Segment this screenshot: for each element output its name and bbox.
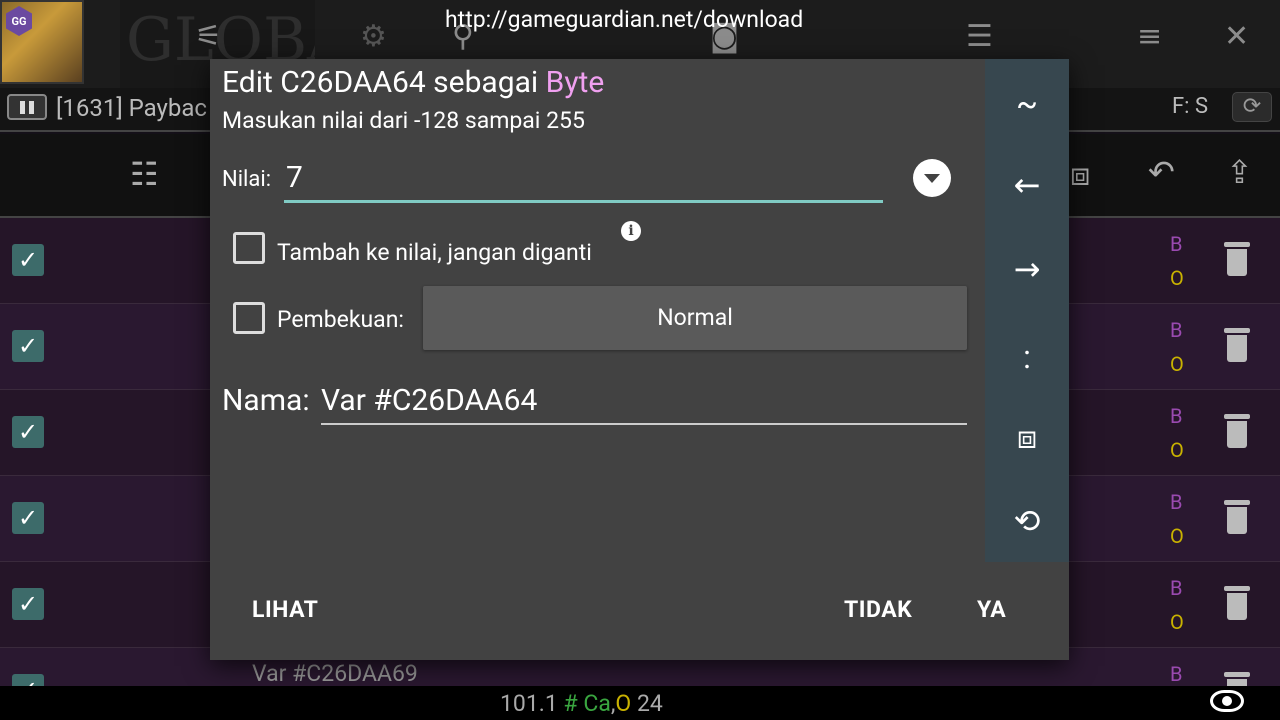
arrow-right-icon[interactable]: →: [985, 239, 1069, 299]
dialog-title: Edit C26DAA64 sebagai Byte: [222, 65, 604, 100]
row-checkbox[interactable]: ✓: [12, 416, 44, 448]
list-icon[interactable]: ☰: [966, 22, 993, 52]
refresh-button[interactable]: ⟳: [1232, 92, 1272, 122]
behind-row-label: Var #C26DAA69: [252, 660, 418, 687]
freeze-status: F: S: [1172, 94, 1209, 119]
dialog-title-type: Byte: [545, 65, 605, 100]
row-checkbox[interactable]: ✓: [12, 502, 44, 534]
dialog-title-prefix: Edit C26DAA64 sebagai: [222, 65, 546, 100]
no-button[interactable]: TIDAK: [844, 596, 912, 623]
eye-icon[interactable]: [1210, 690, 1244, 712]
dialog-subtitle: Masukan nilai dari -128 sampai 255: [222, 107, 585, 134]
trash-icon[interactable]: [1224, 328, 1250, 362]
colon-key[interactable]: :: [985, 327, 1069, 387]
row-flag: O: [1170, 524, 1184, 548]
row-flag: O: [1170, 610, 1184, 634]
gameguardian-logo-icon: GG: [6, 6, 32, 36]
yes-button[interactable]: YA: [977, 596, 1006, 623]
edit-value-dialog: Edit C26DAA64 sebagai Byte Masukan nilai…: [210, 59, 1069, 660]
value-history-dropdown-icon[interactable]: [913, 159, 951, 197]
undo-icon[interactable]: ↶: [1148, 156, 1175, 188]
name-input[interactable]: [321, 377, 967, 425]
process-name: [1631] Paybac: [56, 94, 207, 122]
tilde-key[interactable]: ~: [985, 74, 1069, 134]
upload-icon[interactable]: ⇪: [1226, 156, 1253, 188]
freeze-label: Pembekuan:: [277, 306, 404, 333]
row-checkbox[interactable]: ✓: [12, 588, 44, 620]
pause-button[interactable]: [7, 94, 47, 120]
history-icon[interactable]: ⟲: [985, 491, 1069, 551]
stats-hash: #: [563, 690, 578, 717]
arrow-left-icon[interactable]: ←: [985, 155, 1069, 215]
value-label: Nilai:: [222, 167, 272, 192]
freeze-checkbox[interactable]: [233, 302, 265, 334]
stats-ca: Ca: [583, 690, 611, 717]
row-type: B: [1170, 404, 1183, 428]
freeze-mode-select[interactable]: Normal: [423, 286, 967, 350]
menu-icon[interactable]: ≡: [1137, 22, 1162, 52]
download-url: http://gameguardian.net/download: [445, 6, 804, 33]
select-all-icon[interactable]: ☷: [130, 158, 159, 190]
row-flag: O: [1170, 266, 1184, 290]
select-frame-icon[interactable]: ⧈: [1070, 158, 1090, 190]
stats-value: 101.1: [500, 690, 558, 717]
trash-icon[interactable]: [1224, 414, 1250, 448]
view-button[interactable]: LIHAT: [252, 596, 318, 623]
row-type: B: [1170, 490, 1183, 514]
gear-icon[interactable]: ⚙: [360, 22, 387, 52]
stats-count: 24: [636, 690, 663, 717]
settings-sliders-icon[interactable]: ⚟: [195, 22, 222, 52]
close-icon[interactable]: ✕: [1224, 22, 1249, 52]
name-label: Nama:: [222, 383, 310, 418]
trash-icon[interactable]: [1224, 242, 1250, 276]
row-type: B: [1170, 318, 1183, 342]
stats-o: O: [615, 690, 632, 717]
add-to-value-checkbox[interactable]: [233, 232, 265, 264]
row-checkbox[interactable]: ✓: [12, 244, 44, 276]
row-type: B: [1170, 576, 1183, 600]
value-input[interactable]: [284, 155, 883, 203]
row-type: B: [1170, 662, 1183, 686]
trash-icon[interactable]: [1224, 586, 1250, 620]
bottom-stats: 101.1 # Ca,O 24: [500, 690, 663, 717]
add-to-value-label: Tambah ke nilai, jangan diganti: [277, 239, 592, 266]
info-icon[interactable]: i: [621, 221, 641, 241]
row-type: B: [1170, 232, 1183, 256]
row-checkbox[interactable]: ✓: [12, 330, 44, 362]
row-flag: O: [1170, 352, 1184, 376]
keyboard-helper-panel: ~ ← → : ⧈ ⟲: [985, 59, 1069, 562]
refresh-icon: ⟳: [1242, 94, 1262, 119]
game-icon[interactable]: GG: [0, 0, 84, 84]
select-all-icon[interactable]: ⧈: [985, 407, 1069, 467]
row-flag: O: [1170, 438, 1184, 462]
trash-icon[interactable]: [1224, 500, 1250, 534]
